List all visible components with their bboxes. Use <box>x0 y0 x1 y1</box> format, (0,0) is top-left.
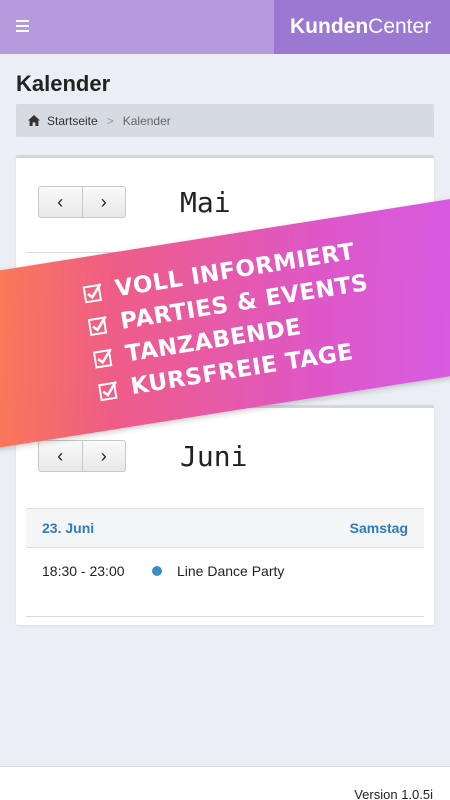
event-time: 18:30 - 23:00 <box>42 563 125 579</box>
checkbox-checked-icon <box>87 315 108 336</box>
version-label: Version 1.0.5i <box>354 787 433 800</box>
checkbox-checked-icon <box>82 282 102 303</box>
checkbox-checked-icon <box>92 347 113 369</box>
next-month-button[interactable]: › <box>81 441 126 471</box>
event-category-dot <box>152 566 162 576</box>
day-weekday: Samstag <box>349 520 408 536</box>
breadcrumb: Startseite > Kalender <box>16 104 434 137</box>
brand-logo: KundenCenter <box>274 0 450 54</box>
page-title: Kalender <box>16 71 111 96</box>
day-header: 23. Juni Samstag <box>26 508 424 548</box>
event-row[interactable]: 18:30 - 23:00 Line Dance Party <box>26 556 424 586</box>
calendar-month-card-june: ‹ › Juni 23. Juni Samstag 18:30 - 23:00 … <box>16 405 434 625</box>
footer: Version 1.0.5i <box>0 766 450 800</box>
prev-month-button[interactable]: ‹ <box>39 187 82 217</box>
month-title: Mai <box>180 186 231 219</box>
divider <box>26 616 424 617</box>
next-month-button[interactable]: › <box>81 187 126 217</box>
month-nav: ‹ › <box>38 440 126 472</box>
event-title: Line Dance Party <box>177 563 285 579</box>
checkbox-checked-icon <box>97 380 118 401</box>
home-icon[interactable] <box>28 115 40 126</box>
brand-light-text: Center <box>368 15 432 38</box>
breadcrumb-home-link[interactable]: Startseite <box>47 114 98 128</box>
month-nav: ‹ › <box>38 186 126 218</box>
brand-bold-text: Kunden <box>290 15 369 38</box>
breadcrumb-separator: > <box>106 113 114 128</box>
breadcrumb-current: Kalender <box>122 113 171 128</box>
month-title: Juni <box>180 440 248 473</box>
prev-month-button[interactable]: ‹ <box>39 441 82 471</box>
promo-list: VOLL INFORMIERT PARTIES & EVENTS TANZABE… <box>81 234 381 409</box>
day-date: 23. Juni <box>42 520 95 536</box>
menu-icon[interactable] <box>16 20 29 32</box>
app-header: KundenCenter <box>0 0 450 54</box>
